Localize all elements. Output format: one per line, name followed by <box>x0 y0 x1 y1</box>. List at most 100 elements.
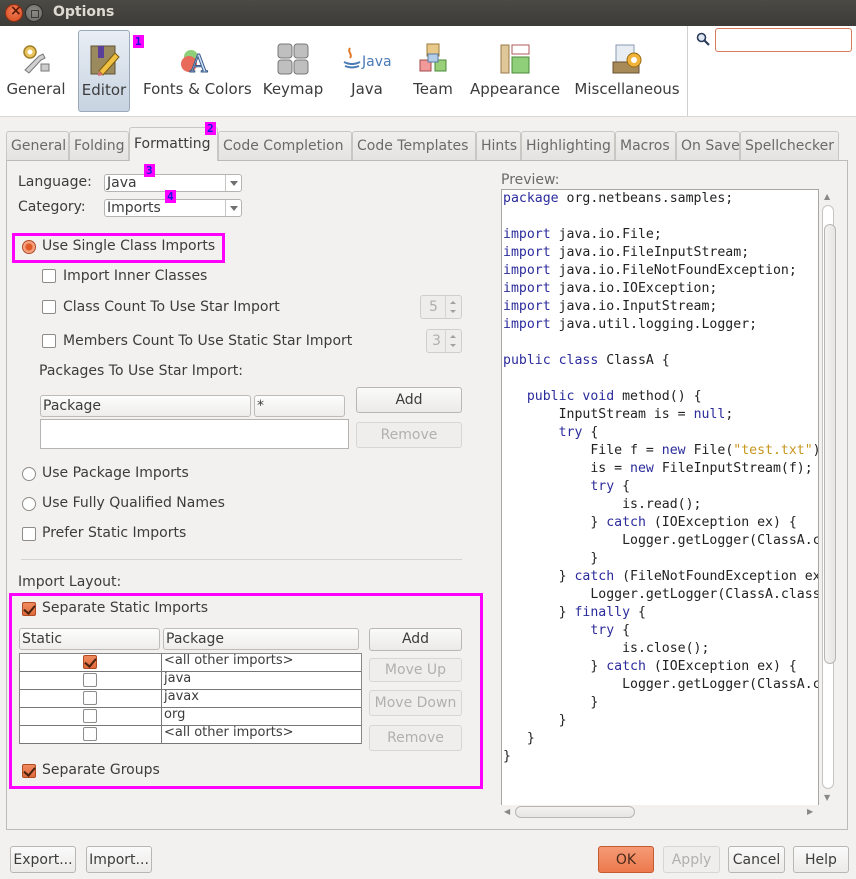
packages-header-package[interactable]: Package <box>40 395 251 417</box>
tab-code-completion[interactable]: Code Completion <box>218 131 352 160</box>
apply-button[interactable]: Apply <box>663 846 720 873</box>
code-line: Logger.getLogger(ClassA.class.getName())… <box>622 533 819 548</box>
scroll-down-icon[interactable]: ▼ <box>824 793 830 802</box>
search-input[interactable] <box>715 28 852 52</box>
code-line: import java.io.IOException; <box>503 281 718 296</box>
layout-remove-button[interactable]: Remove <box>369 725 462 751</box>
code-line: } catch (IOException ex) { <box>503 659 797 674</box>
category-team[interactable]: Team <box>408 30 458 112</box>
tab-folding[interactable]: Folding <box>69 131 129 160</box>
import-inner-classes-label: Import Inner Classes <box>63 268 208 284</box>
static-checkbox[interactable] <box>83 673 97 687</box>
import-layout-table: <all other imports> java javax org <all … <box>19 653 362 744</box>
packages-header-star[interactable]: * <box>254 395 345 417</box>
code-preview[interactable]: package org.netbeans.samples; import jav… <box>501 189 819 819</box>
ok-button[interactable]: OK <box>598 846 654 873</box>
category-miscellaneous[interactable]: Miscellaneous <box>574 30 680 112</box>
category-label: Keymap <box>262 80 324 98</box>
category-keymap[interactable]: Keymap <box>262 30 324 112</box>
horizontal-scroll-thumb[interactable] <box>515 806 635 818</box>
class-count-value: 5 <box>429 299 438 315</box>
code-line: import java.io.FileNotFoundException; <box>503 263 797 278</box>
preview-horizontal-scrollbar[interactable]: ◀ ▶ <box>501 805 819 819</box>
category-general[interactable]: General <box>4 30 68 112</box>
separate-groups-checkbox[interactable] <box>22 764 36 778</box>
category-appearance[interactable]: Appearance <box>470 30 560 112</box>
separate-static-imports-label: Separate Static Imports <box>42 600 209 616</box>
category-editor[interactable]: Editor <box>78 30 130 112</box>
preview-label: Preview: <box>501 172 560 188</box>
search-icon <box>696 32 710 46</box>
import-button[interactable]: Import... <box>86 846 152 873</box>
table-row[interactable]: javax <box>20 689 361 708</box>
table-row[interactable]: <all other imports> <box>20 653 361 672</box>
use-single-class-imports-radio[interactable] <box>22 240 36 254</box>
chevron-down-icon <box>225 200 241 216</box>
static-checkbox[interactable] <box>83 655 97 669</box>
annotation-marker-2: 2 <box>205 122 216 135</box>
packages-table-body[interactable] <box>40 419 349 449</box>
class-count-star-checkbox[interactable] <box>42 300 56 314</box>
members-count-value: 3 <box>432 333 441 349</box>
vertical-scroll-thumb[interactable] <box>824 224 836 664</box>
code-line: public void method() { <box>526 389 702 404</box>
static-checkbox[interactable] <box>83 709 97 723</box>
close-window-button[interactable] <box>5 3 23 22</box>
import-inner-classes-checkbox[interactable] <box>42 269 56 283</box>
tab-highlighting[interactable]: Highlighting <box>521 131 615 160</box>
scroll-left-icon[interactable]: ◀ <box>504 807 510 816</box>
prefer-static-imports-checkbox[interactable] <box>22 527 36 541</box>
minimize-window-button[interactable] <box>25 4 43 22</box>
static-checkbox[interactable] <box>83 691 97 705</box>
code-line: InputStream is = null; <box>503 407 734 422</box>
category-fonts-colors[interactable]: A Fonts & Colors <box>143 30 252 112</box>
package-cell: javax <box>164 689 199 704</box>
tab-code-templates[interactable]: Code Templates <box>352 131 476 160</box>
layout-add-button[interactable]: Add <box>369 628 462 651</box>
layout-move-down-button[interactable]: Move Down <box>369 690 462 716</box>
use-fully-qualified-radio[interactable] <box>22 497 36 511</box>
packages-remove-button[interactable]: Remove <box>356 422 462 448</box>
language-label: Language: <box>18 174 92 190</box>
members-count-spinner[interactable]: 3 <box>426 329 462 353</box>
static-checkbox[interactable] <box>83 727 97 741</box>
class-count-spinner[interactable]: 5 <box>420 295 462 319</box>
code-line: } catch (FileNotFoundException ex) { <box>503 569 818 584</box>
packages-add-button[interactable]: Add <box>356 387 462 413</box>
tab-macros[interactable]: Macros <box>615 131 676 160</box>
tab-general[interactable]: General <box>6 131 69 160</box>
export-button[interactable]: Export... <box>10 846 76 873</box>
package-cell: <all other imports> <box>164 725 294 740</box>
table-row[interactable]: java <box>20 671 361 690</box>
layout-move-up-button[interactable]: Move Up <box>369 658 462 682</box>
code-line: import java.io.File; <box>503 227 662 242</box>
scroll-up-icon[interactable]: ▲ <box>824 192 830 201</box>
category-label: Team <box>413 80 453 98</box>
members-count-static-star-checkbox[interactable] <box>42 334 56 348</box>
separate-static-imports-checkbox[interactable] <box>22 602 36 616</box>
chevron-down-icon <box>225 175 241 191</box>
import-layout-label: Import Layout: <box>18 574 122 590</box>
code-line: } <box>503 695 599 710</box>
use-package-imports-radio[interactable] <box>22 467 36 481</box>
tab-spellchecker[interactable]: Spellchecker <box>740 131 839 160</box>
code-line: } finally { <box>503 605 646 620</box>
layout-header-package[interactable]: Package <box>163 628 359 650</box>
preview-vertical-scrollbar[interactable]: ▲ ▼ <box>821 189 836 805</box>
table-row[interactable]: <all other imports> <box>20 725 361 744</box>
tab-hints[interactable]: Hints <box>476 131 521 160</box>
spinner-arrows-icon[interactable] <box>445 330 461 352</box>
table-row[interactable]: org <box>20 707 361 726</box>
team-cubes-icon <box>419 43 447 72</box>
category-label: Appearance <box>470 80 561 98</box>
category-java[interactable]: Java Java <box>338 30 396 112</box>
spinner-arrows-icon[interactable] <box>445 296 461 318</box>
layout-header-static[interactable]: Static <box>19 628 160 650</box>
scroll-right-icon[interactable]: ▶ <box>807 807 813 816</box>
cancel-button[interactable]: Cancel <box>728 846 785 873</box>
help-button[interactable]: Help <box>793 846 849 873</box>
tab-on-save[interactable]: On Save <box>676 131 740 160</box>
package-cell: <all other imports> <box>164 653 294 668</box>
